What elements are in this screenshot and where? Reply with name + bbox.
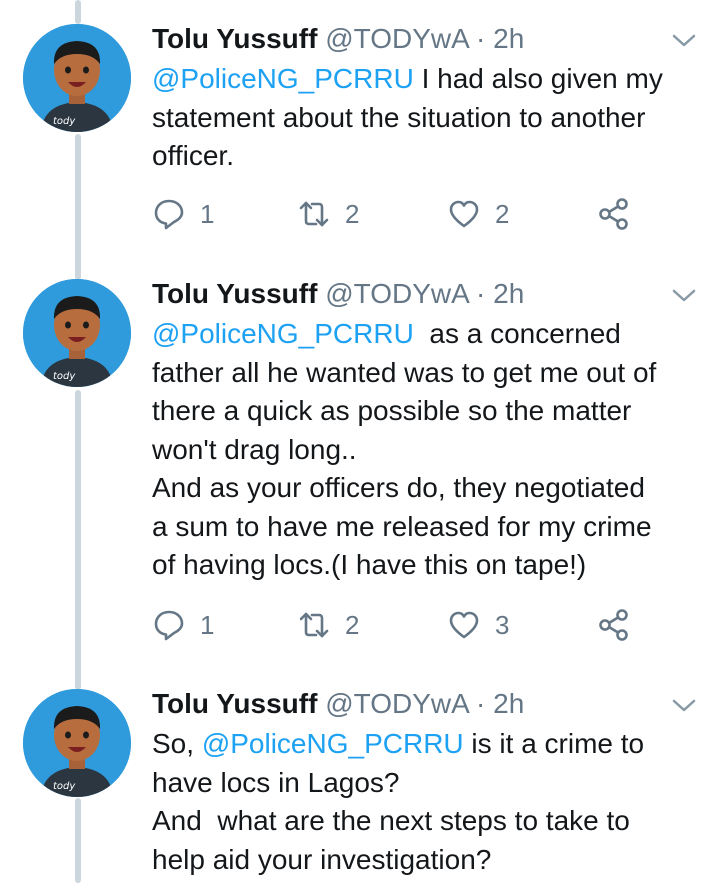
thread-line [75,0,81,24]
share-button[interactable] [597,196,631,232]
like-count: 2 [495,198,510,229]
reply-icon [154,199,184,230]
chevron-down-icon[interactable] [670,695,698,715]
reply-count: 1 [200,609,215,640]
retweet-count: 2 [345,609,360,640]
display-name[interactable]: Tolu Yussuff [152,23,317,54]
tweet-line: won't drag long.. [152,433,357,465]
tweet-line: And what are the next steps to take to [152,805,630,836]
avatar-text: tody [53,781,76,792]
share-icon [599,609,628,641]
tweet-line-text: as a concerned [413,318,621,349]
tweet-actions: 1 2 2 [152,196,652,232]
tweet-line-text: I had also given my [413,63,663,94]
avatar[interactable]: tody [23,689,131,797]
tweet-header: Tolu Yussuff @TODYwA · 2h [152,275,524,313]
user-handle[interactable]: @TODYwA [325,278,468,309]
chevron-down-icon[interactable] [670,285,698,305]
like-icon [449,611,479,639]
avatar[interactable]: tody [23,279,131,387]
chevron-down-icon[interactable] [670,30,698,50]
retweet-icon [299,612,329,638]
thread-line [75,798,81,883]
user-handle[interactable]: @TODYwA [325,23,468,54]
tweet-line-text: is it a crime to [463,728,645,759]
like-button[interactable]: 3 [447,607,509,643]
timestamp[interactable]: · 2h [476,278,524,309]
like-button[interactable]: 2 [447,196,509,232]
mention-link[interactable]: @PoliceNG_PCRRU [202,728,464,759]
tweet-line-prefix: So, [152,728,202,759]
timestamp[interactable]: · 2h [476,23,524,54]
display-name[interactable]: Tolu Yussuff [152,278,317,309]
reply-button[interactable]: 1 [152,196,214,232]
display-name[interactable]: Tolu Yussuff [152,688,317,719]
tweet-actions: 1 2 3 [152,607,652,643]
reply-icon [154,610,184,641]
thread-line [75,390,81,690]
tweet-line: there a quick as possible so the matter [152,395,632,426]
share-button[interactable] [597,607,631,643]
tweet-line: officer. [152,140,234,171]
like-icon [449,200,479,228]
tweet-text: So, @PoliceNG_PCRRU is it a crime to hav… [152,725,712,879]
share-icon [599,198,628,230]
tweet-text: @PoliceNG_PCRRU I had also given my stat… [152,60,712,176]
mention-link[interactable]: @PoliceNG_PCRRU [152,63,414,94]
tweet-line: So, @PoliceNG_PCRRU is it a crime to [152,725,712,764]
tweet-line: have locs in Lagos? [152,766,400,798]
like-count: 3 [495,609,510,640]
mention-link[interactable]: @PoliceNG_PCRRU [152,318,414,349]
retweet-button[interactable]: 2 [297,607,359,643]
reply-button[interactable]: 1 [152,607,214,643]
tweet-line: @PoliceNG_PCRRU I had also given my [152,60,712,99]
avatar-text: tody [53,371,76,382]
tweet-text: @PoliceNG_PCRRU as a concerned father al… [152,315,712,585]
thread-line [75,134,81,280]
retweet-icon [299,201,329,227]
tweet-line: father all he wanted was to get me out o… [152,356,657,388]
tweet-line: help aid your investigation? [152,843,492,875]
tweet-line: statement about the situation to another [152,101,646,133]
avatar-text: tody [53,116,76,127]
tweet-header: Tolu Yussuff @TODYwA · 2h [152,20,524,58]
timestamp[interactable]: · 2h [476,688,524,719]
reply-count: 1 [200,198,215,229]
tweet-line: a sum to have me released for my crime [152,510,652,542]
retweet-count: 2 [345,198,360,229]
tweet-line: @PoliceNG_PCRRU as a concerned [152,315,712,354]
user-handle[interactable]: @TODYwA [325,688,468,719]
tweet-line: of having locs.(I have this on tape!) [152,549,587,580]
avatar[interactable]: tody [23,24,131,132]
tweet-line: And as your officers do, they negotiated [152,472,645,503]
tweet-header: Tolu Yussuff @TODYwA · 2h [152,685,524,723]
retweet-button[interactable]: 2 [297,196,359,232]
